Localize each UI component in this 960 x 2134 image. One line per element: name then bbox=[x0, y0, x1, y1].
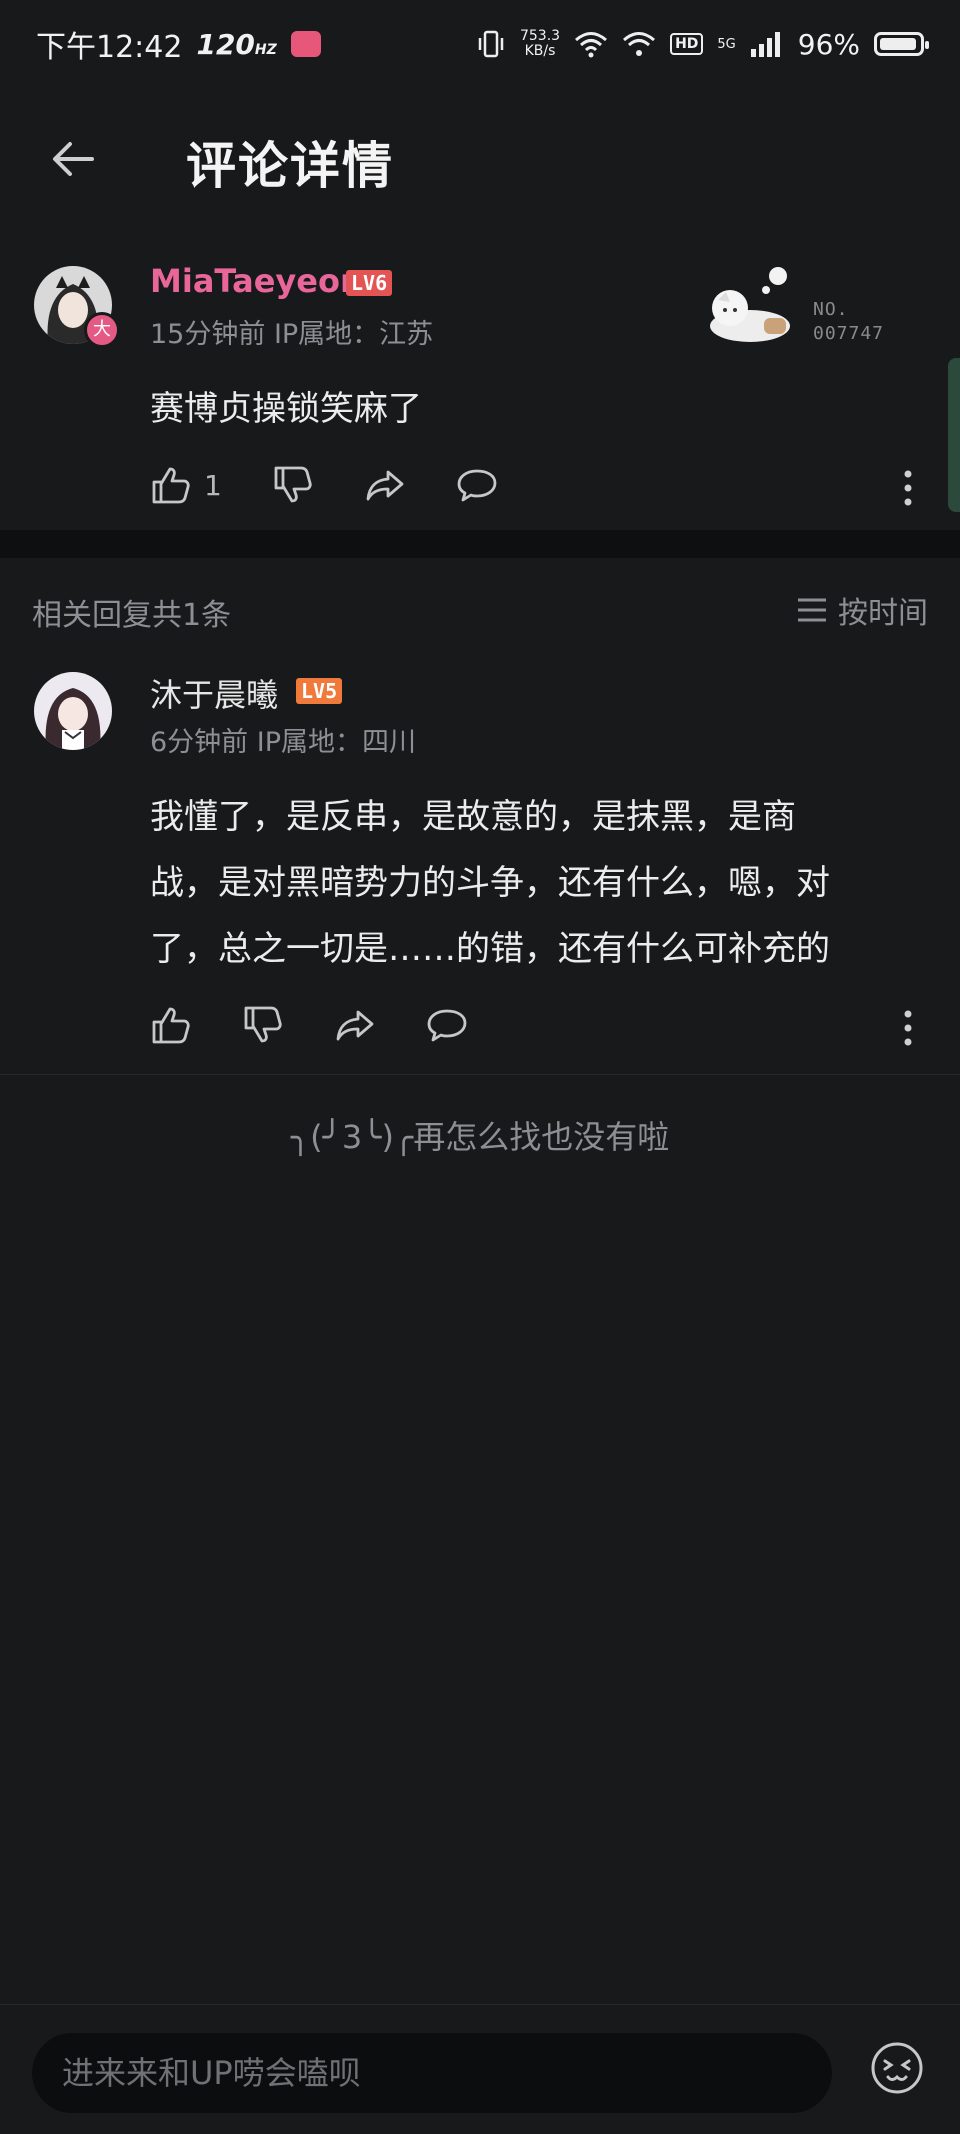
thumbs-up-icon bbox=[152, 1007, 190, 1044]
mascot-sticker bbox=[710, 267, 790, 342]
username[interactable]: MiaTaeyeon bbox=[150, 262, 363, 300]
hd-icon: HD bbox=[670, 33, 704, 55]
comment-input[interactable]: 进来来和UP唠会嗑呗 bbox=[32, 2033, 832, 2113]
reply-item: 沐于晨曦 LV5 6分钟前 IP属地：四川 我懂了，是反串，是故意的，是抹黑，是… bbox=[0, 660, 960, 1075]
level-badge: LV6 bbox=[346, 270, 393, 296]
comment-icon bbox=[457, 469, 497, 502]
side-scroll-handle[interactable] bbox=[948, 358, 960, 512]
comment-icon bbox=[427, 1009, 467, 1042]
dislike-button[interactable] bbox=[242, 1004, 284, 1046]
comment-actions: 1 bbox=[150, 464, 498, 506]
more-icon[interactable] bbox=[902, 468, 914, 508]
share-icon bbox=[366, 470, 404, 501]
thumbs-down-icon bbox=[244, 1006, 282, 1043]
share-button[interactable] bbox=[334, 1004, 376, 1046]
reply-text-line: 我懂了，是反串，是故意的，是抹黑，是商 bbox=[150, 797, 796, 837]
reply-text: 我懂了，是反串，是故意的，是抹黑，是商 战，是对黑暗势力的斗争，还有什么，嗯，对… bbox=[150, 784, 940, 982]
status-time: 下午12:42 bbox=[36, 30, 183, 65]
end-of-list-tip: ╮(╯3╰)╭再怎么找也没有啦 bbox=[290, 1118, 670, 1156]
share-button[interactable] bbox=[364, 464, 406, 506]
reply-button[interactable] bbox=[426, 1004, 468, 1046]
sort-button[interactable]: 按时间 bbox=[796, 588, 928, 632]
like-count: 1 bbox=[204, 468, 222, 502]
reply-count: 相关回复共1条 bbox=[32, 598, 232, 633]
like-button[interactable] bbox=[150, 1004, 192, 1046]
sort-label: 按时间 bbox=[838, 596, 928, 631]
username[interactable]: 沐于晨曦 bbox=[150, 670, 278, 716]
emoji-icon[interactable] bbox=[870, 2041, 924, 2095]
avatar[interactable] bbox=[34, 672, 112, 750]
vip-badge: 大 bbox=[84, 312, 120, 348]
battery-percent: 96% bbox=[797, 27, 860, 61]
status-bar: 下午12:42 120HZ 753.3 KB/s HD 5G 96% bbox=[0, 0, 960, 88]
wifi-icon-2 bbox=[623, 32, 656, 56]
main-comment: 大 MiaTaeyeon LV6 15分钟前 IP属地：江苏 NO. 007747… bbox=[0, 240, 960, 530]
back-arrow-icon[interactable] bbox=[48, 134, 98, 184]
reply-button[interactable] bbox=[456, 464, 498, 506]
wifi-icon bbox=[575, 32, 608, 58]
refresh-rate: 120HZ bbox=[196, 27, 277, 61]
vibrate-icon bbox=[478, 30, 504, 58]
section-divider bbox=[0, 530, 960, 558]
like-button[interactable]: 1 bbox=[150, 464, 222, 506]
thumbs-down-icon bbox=[274, 466, 312, 503]
comment-meta: 15分钟前 IP属地：江苏 bbox=[150, 319, 434, 350]
dislike-button[interactable] bbox=[272, 464, 314, 506]
thumbs-up-icon bbox=[152, 467, 190, 504]
battery-icon bbox=[874, 32, 929, 56]
header: 评论详情 bbox=[0, 100, 960, 220]
share-icon bbox=[336, 1010, 374, 1041]
fan-card-number: NO. 007747 bbox=[813, 299, 885, 344]
network-speed: 753.3 KB/s bbox=[519, 28, 561, 59]
level-badge: LV5 bbox=[296, 678, 343, 704]
page-title: 评论详情 bbox=[186, 137, 394, 195]
signal-bars-icon bbox=[750, 32, 780, 57]
bottom-bar: 进来来和UP唠会嗑呗 bbox=[0, 2004, 960, 2134]
signal-5g: 5G bbox=[717, 36, 736, 52]
list-icon bbox=[798, 598, 826, 622]
reply-actions bbox=[150, 1004, 468, 1046]
more-icon[interactable] bbox=[902, 1008, 914, 1048]
reply-meta: 6分钟前 IP属地：四川 bbox=[150, 727, 417, 758]
comment-text: 赛博贞操锁笑麻了 bbox=[150, 389, 422, 429]
fan-card[interactable]: NO. 007747 bbox=[700, 262, 910, 372]
reply-text-line: 了，总之一切是……的错，还有什么可补充的 bbox=[150, 929, 830, 969]
reply-text-line: 战，是对黑暗势力的斗争，还有什么，嗯，对 bbox=[150, 863, 830, 903]
bilibili-tv-icon bbox=[290, 31, 321, 57]
